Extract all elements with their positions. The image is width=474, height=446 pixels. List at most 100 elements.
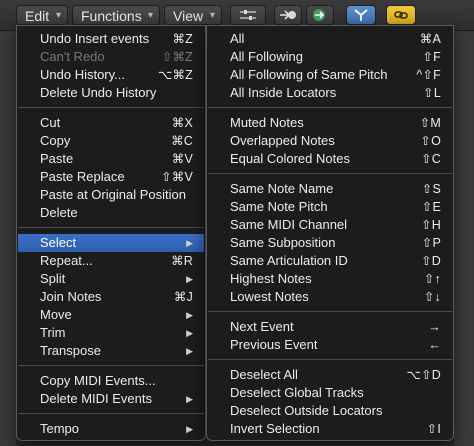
menu-item-lowest-notes[interactable]: Lowest Notes ⇧↓	[207, 288, 453, 306]
menu-item-muted-notes[interactable]: Muted Notes ⇧M	[207, 114, 453, 132]
menu-item-equal-colored-notes[interactable]: Equal Colored Notes ⇧C	[207, 150, 453, 168]
menu-item-undo[interactable]: Undo Insert events ⌘Z	[17, 30, 205, 48]
menu-item-label: Muted Notes	[230, 115, 304, 130]
menu-item-shortcut: →	[428, 320, 441, 334]
menu-item-shortcut: ⇧D	[421, 254, 441, 268]
menu-item-select-all[interactable]: All ⌘A	[207, 30, 453, 48]
menu-item-delete-undo-history[interactable]: Delete Undo History	[17, 84, 205, 102]
menu-item-label: Previous Event	[230, 337, 318, 352]
menu-item-same-note-pitch[interactable]: Same Note Pitch ⇧E	[207, 198, 453, 216]
chevron-down-icon: ▾	[147, 10, 153, 21]
menu-item-label: Copy MIDI Events...	[40, 373, 156, 388]
menu-item-all-inside-locators[interactable]: All Inside Locators ⇧L	[207, 84, 453, 102]
chevron-down-icon: ▾	[209, 10, 215, 21]
menu-item-all-following-same-pitch[interactable]: All Following of Same Pitch ^⇧F	[207, 66, 453, 84]
menu-item-label: Paste	[40, 151, 74, 166]
menu-separator	[208, 311, 452, 312]
menu-item-label: Trim	[40, 325, 66, 340]
menu-item-same-note-name[interactable]: Same Note Name ⇧S	[207, 180, 453, 198]
menu-item-join-notes[interactable]: Join Notes ⌘J	[17, 288, 205, 306]
view-menu-label: View	[173, 8, 204, 24]
menu-item-label: Tempo	[40, 421, 80, 436]
menu-item-overlapped-notes[interactable]: Overlapped Notes ⇧O	[207, 132, 453, 150]
menu-item-label: Next Event	[230, 319, 294, 334]
menu-separator	[18, 413, 204, 414]
menu-item-label: Join Notes	[40, 289, 102, 304]
menu-separator	[18, 227, 204, 228]
menu-item-split[interactable]: Split ▶	[17, 270, 205, 288]
menu-item-deselect-global-tracks[interactable]: Deselect Global Tracks	[207, 384, 453, 402]
submenu-arrow-icon: ▶	[186, 238, 193, 248]
menu-item-label: Paste at Original Position	[40, 187, 186, 202]
submenu-arrow-icon: ▶	[186, 394, 193, 404]
menu-item-label: Overlapped Notes	[230, 133, 335, 148]
menu-item-shortcut: ⌘Z	[172, 32, 193, 46]
menu-item-deselect-all[interactable]: Deselect All ⌥⇧D	[207, 366, 453, 384]
menu-item-same-midi-channel[interactable]: Same MIDI Channel ⇧H	[207, 216, 453, 234]
menu-item-label: Repeat...	[40, 253, 93, 268]
view-menu-button[interactable]: View ▾	[164, 5, 222, 25]
menu-item-shortcut: ⇧↑	[423, 272, 441, 286]
menu-item-label: All Following of Same Pitch	[230, 67, 388, 82]
menu-item-label: All Following	[230, 49, 303, 64]
menu-item-invert-selection[interactable]: Invert Selection ⇧I	[207, 420, 453, 438]
submenu-arrow-icon: ▶	[186, 274, 193, 284]
menu-item-label: Paste Replace	[40, 169, 125, 184]
menu-item-shortcut: ⌥⇧D	[406, 368, 441, 382]
menu-item-delete-midi-events[interactable]: Delete MIDI Events ▶	[17, 390, 205, 408]
sliders-icon[interactable]	[230, 5, 266, 25]
menu-item-label: Invert Selection	[230, 421, 320, 436]
menu-item-same-articulation-id[interactable]: Same Articulation ID ⇧D	[207, 252, 453, 270]
menu-item-paste[interactable]: Paste ⌘V	[17, 150, 205, 168]
menu-item-label: Copy	[40, 133, 71, 148]
menu-separator	[18, 107, 204, 108]
menu-item-delete[interactable]: Delete	[17, 204, 205, 222]
menu-item-redo: Can't Redo ⇧⌘Z	[17, 48, 205, 66]
menu-item-trim[interactable]: Trim ▶	[17, 324, 205, 342]
menu-item-repeat[interactable]: Repeat... ⌘R	[17, 252, 205, 270]
menu-item-select[interactable]: Select ▶	[18, 234, 204, 252]
menu-item-paste-replace[interactable]: Paste Replace ⇧⌘V	[17, 168, 205, 186]
menu-item-label: All Inside Locators	[230, 85, 337, 100]
menu-item-copy[interactable]: Copy ⌘C	[17, 132, 205, 150]
menu-item-all-following[interactable]: All Following ⇧F	[207, 48, 453, 66]
menu-item-previous-event[interactable]: Previous Event ←	[207, 336, 453, 354]
midi-in-icon[interactable]	[274, 5, 302, 25]
menu-item-label: Same Note Pitch	[230, 199, 328, 214]
menu-item-shortcut: ⌘V	[171, 152, 193, 166]
menu-item-shortcut: ⇧E	[421, 200, 441, 214]
menu-item-highest-notes[interactable]: Highest Notes ⇧↑	[207, 270, 453, 288]
menu-item-paste-original[interactable]: Paste at Original Position	[17, 186, 205, 204]
menu-item-transpose[interactable]: Transpose ▶	[17, 342, 205, 360]
menu-separator	[208, 107, 452, 108]
menu-item-copy-midi-events[interactable]: Copy MIDI Events...	[17, 372, 205, 390]
menu-item-label: Undo History...	[40, 67, 126, 82]
menu-item-shortcut: ⌘C	[171, 134, 193, 148]
menu-item-label: Same Note Name	[230, 181, 334, 196]
menu-item-shortcut: ⇧H	[421, 218, 441, 232]
menu-item-shortcut: ⇧↓	[423, 290, 441, 304]
menu-item-shortcut: ⇧M	[419, 116, 441, 130]
menu-separator	[208, 359, 452, 360]
midi-out-icon[interactable]	[306, 5, 334, 25]
menu-item-deselect-outside-locators[interactable]: Deselect Outside Locators	[207, 402, 453, 420]
menu-item-label: Can't Redo	[40, 49, 105, 64]
menu-item-shortcut: ⌘X	[171, 116, 193, 130]
functions-menu-button[interactable]: Functions ▾	[72, 5, 160, 25]
menu-item-same-subposition[interactable]: Same Subposition ⇧P	[207, 234, 453, 252]
menu-item-cut[interactable]: Cut ⌘X	[17, 114, 205, 132]
menu-item-label: Delete Undo History	[40, 85, 157, 100]
menu-item-tempo[interactable]: Tempo ▶	[17, 420, 205, 438]
menu-item-shortcut: ^⇧F	[416, 68, 441, 82]
menu-item-move[interactable]: Move ▶	[17, 306, 205, 324]
menu-item-next-event[interactable]: Next Event →	[207, 318, 453, 336]
catch-icon[interactable]	[346, 5, 376, 25]
menu-item-undo-history[interactable]: Undo History... ⌥⌘Z	[17, 66, 205, 84]
chevron-down-icon: ▾	[55, 10, 61, 21]
menu-item-shortcut: ⇧O	[420, 134, 441, 148]
menu-item-shortcut: ⌘J	[173, 290, 193, 304]
submenu-arrow-icon: ▶	[186, 310, 193, 320]
submenu-arrow-icon: ▶	[186, 346, 193, 356]
link-icon[interactable]	[386, 5, 416, 25]
edit-menu-button[interactable]: Edit ▾	[16, 5, 68, 25]
